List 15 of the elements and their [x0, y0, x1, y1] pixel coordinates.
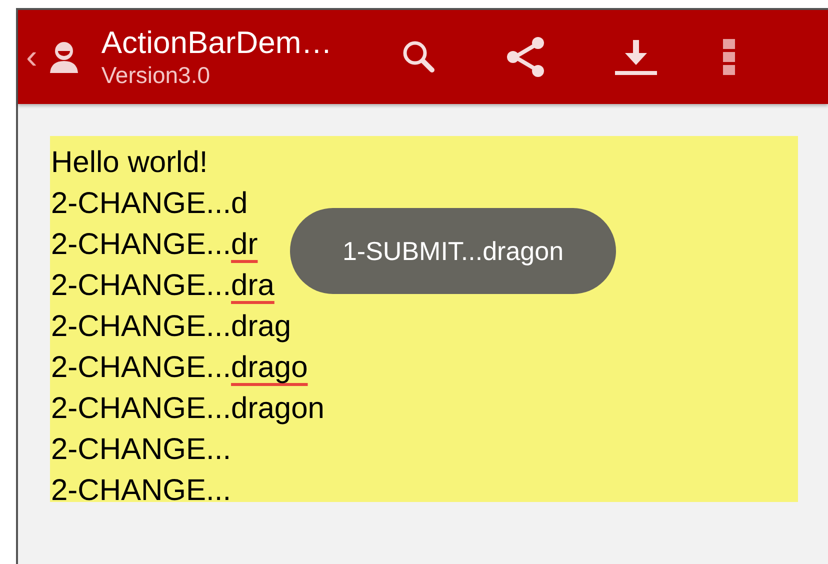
download-icon[interactable]	[613, 37, 660, 77]
text-line: Hello world!	[51, 145, 208, 181]
app-title: ActionBarDem…	[101, 25, 334, 61]
text-line: 2-CHANGE...drag	[51, 309, 292, 345]
text-line: 2-CHANGE...	[51, 473, 232, 509]
toast-message: 1-SUBMIT...dragon	[290, 208, 616, 294]
text-line: 2-CHANGE...	[51, 432, 232, 468]
text-line: 2-CHANGE...drago	[51, 350, 308, 386]
text-line: 2-CHANGE...d	[51, 186, 248, 222]
app-subtitle: Version3.0	[101, 61, 212, 89]
overflow-menu-icon[interactable]	[723, 37, 736, 77]
back-arrow[interactable]: ‹	[26, 40, 38, 74]
text-line: 2-CHANGE...dr	[51, 227, 258, 263]
text-line: 2-CHANGE...dra	[51, 268, 274, 304]
text-line: 2-CHANGE...dragon	[51, 391, 324, 427]
